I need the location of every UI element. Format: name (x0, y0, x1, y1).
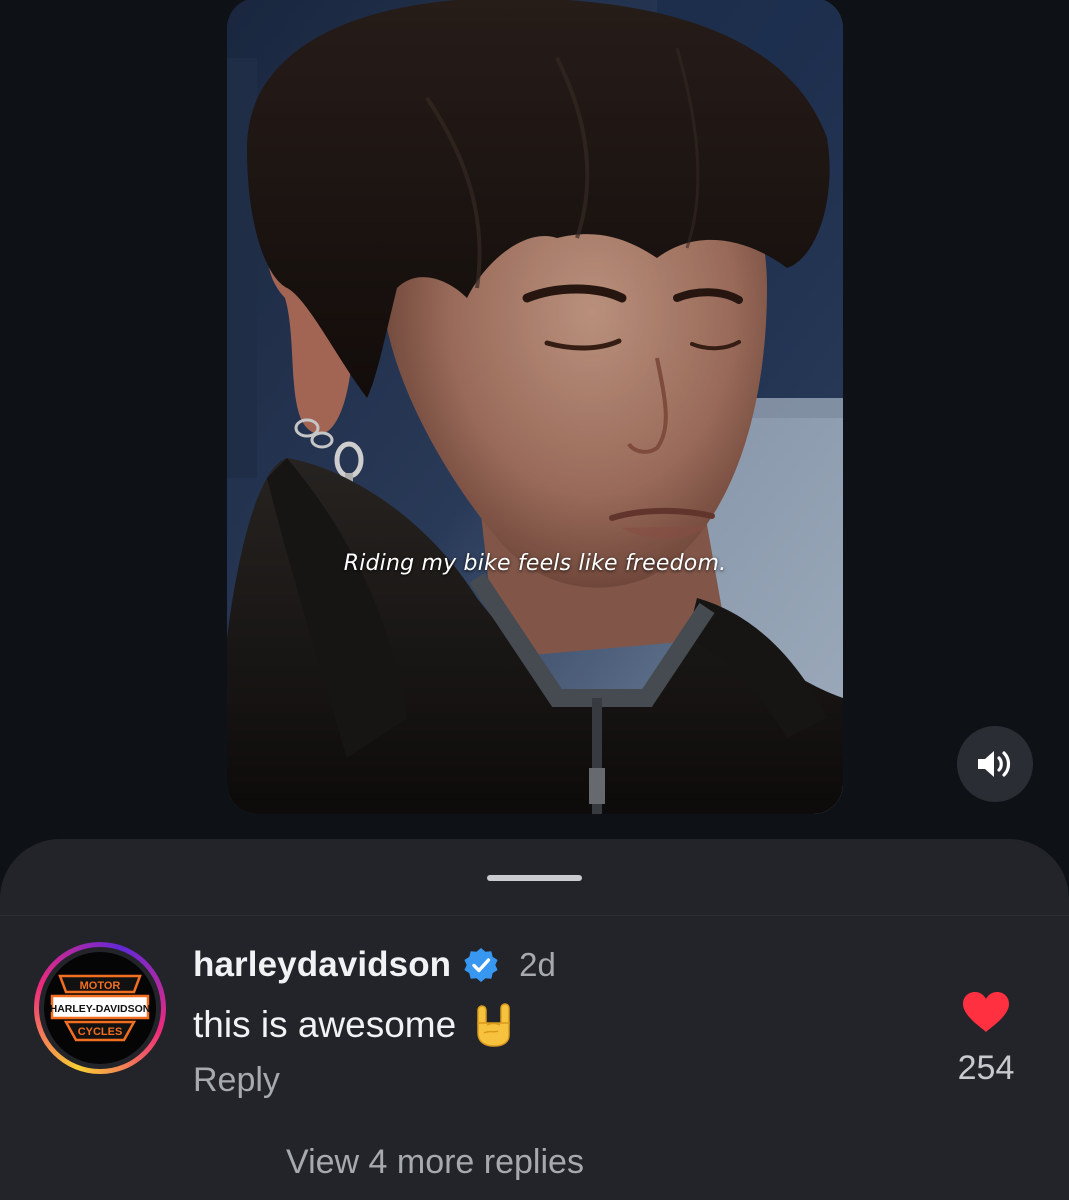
heart-icon[interactable] (961, 990, 1011, 1034)
avatar: MOTOR HARLEY-DAVIDSON CYCLES (44, 952, 156, 1064)
video-frame (227, 0, 843, 814)
svg-text:CYCLES: CYCLES (78, 1026, 123, 1038)
comments-sheet: MOTOR HARLEY-DAVIDSON CYCLES harleydavid… (0, 839, 1069, 1200)
drag-handle[interactable] (487, 875, 582, 881)
view-more-replies-button[interactable]: View 4 more replies (286, 1143, 584, 1182)
username[interactable]: harleydavidson (193, 945, 451, 985)
comment-text: this is awesome (193, 1004, 457, 1045)
story-ring[interactable]: MOTOR HARLEY-DAVIDSON CYCLES (34, 942, 166, 1074)
volume-button[interactable] (957, 726, 1033, 802)
svg-text:HARLEY-DAVIDSON: HARLEY-DAVIDSON (50, 1003, 150, 1015)
comment-body: this is awesome (193, 1003, 514, 1047)
verified-badge-icon (464, 948, 498, 982)
like-count: 254 (957, 1049, 1015, 1087)
reply-button[interactable]: Reply (193, 1061, 280, 1100)
harley-davidson-logo: MOTOR HARLEY-DAVIDSON CYCLES (50, 974, 150, 1042)
video-player[interactable]: Riding my bike feels like freedom. (227, 0, 843, 814)
volume-icon (978, 751, 1011, 777)
svg-text:MOTOR: MOTOR (80, 980, 121, 992)
sign-of-horns-emoji (477, 1003, 510, 1047)
comment-time: 2d (519, 946, 556, 983)
sheet-header (0, 839, 1069, 916)
comment-header: harleydavidson 2d (193, 943, 556, 987)
screen: Riding my bike feels like freedom. MOTOR… (0, 0, 1069, 1200)
video-caption: Riding my bike feels like freedom. (343, 551, 727, 576)
